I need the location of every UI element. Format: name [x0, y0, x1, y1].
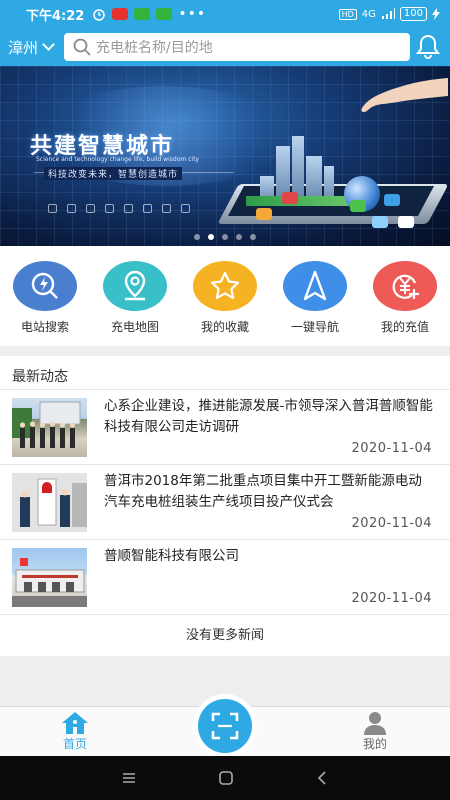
quick-label: 充电地图	[110, 320, 159, 334]
status-bar: 下午4:22 ••• HD 4G 100	[0, 0, 450, 28]
quick-label: 我的充值	[380, 320, 429, 334]
banner-carousel[interactable]: 共建智慧城市 Science and technology change lif…	[0, 66, 450, 246]
floating-app-icon	[384, 194, 400, 206]
bell-icon	[416, 34, 440, 59]
floating-app-icon	[398, 216, 414, 228]
news-date: 2020-11-04	[351, 516, 432, 531]
scan-button[interactable]	[193, 694, 257, 758]
carousel-dots	[0, 234, 450, 240]
map-pin-icon	[103, 261, 167, 311]
hd-icon: HD	[338, 8, 357, 20]
battery-level: 100	[399, 7, 427, 21]
home-square-icon[interactable]	[218, 770, 234, 786]
banner-subtitle-en: Science and technology change life, buil…	[36, 156, 199, 163]
app-notification-icon	[134, 8, 151, 20]
no-more-news: 没有更多新闻	[185, 628, 264, 643]
quick-my-favorites[interactable]: 我的收藏	[185, 261, 265, 346]
tab-home[interactable]: 首页	[45, 711, 105, 752]
search-icon	[73, 38, 91, 56]
quick-my-recharge[interactable]: 我的充值	[365, 261, 445, 346]
yen-coin-icon	[373, 261, 437, 311]
star-icon	[193, 261, 257, 311]
back-icon[interactable]	[315, 770, 329, 786]
news-thumbnail	[12, 548, 87, 607]
carousel-dot[interactable]	[250, 234, 256, 240]
carousel-dot-active[interactable]	[208, 234, 214, 240]
news-section: 最新动态 心系企业建设，推进能源发展-市领导深入普洱普顺智能科技有限公司走访调研…	[0, 356, 450, 656]
city-name: 漳州	[8, 38, 39, 57]
quick-charging-map[interactable]: 充电地图	[95, 261, 175, 346]
news-title: 普顺智能科技有限公司	[104, 548, 239, 564]
banner-subtitle-cn: 科技改变未来，智慧创造城市	[44, 167, 183, 180]
news-item[interactable]: 普洱市2018年第二批重点项目集中开工暨新能源电动汽车充电桩组装生产线项目投产仪…	[0, 465, 450, 540]
news-thumbnail	[12, 473, 87, 532]
status-time: 下午4:22	[26, 8, 85, 24]
status-notification-icons: •••	[92, 6, 206, 22]
network-type: 4G	[361, 8, 376, 20]
header: 漳州 充电桩名称/目的地	[0, 28, 450, 66]
quick-label: 电站搜索	[20, 320, 69, 334]
news-date: 2020-11-04	[351, 441, 432, 456]
system-navigation-bar	[0, 756, 450, 800]
carousel-dot[interactable]	[222, 234, 228, 240]
city-selector[interactable]: 漳州	[8, 37, 62, 58]
banner-feature-icons	[48, 204, 190, 213]
hand-illustration	[361, 78, 448, 113]
tab-label: 首页	[62, 737, 87, 751]
news-title: 心系企业建设，推进能源发展-市领导深入普洱普顺智能科技有限公司走访调研	[104, 398, 433, 435]
menu-icon[interactable]	[121, 771, 137, 785]
news-item[interactable]: 心系企业建设，推进能源发展-市领导深入普洱普顺智能科技有限公司走访调研 2020…	[0, 390, 450, 465]
tab-label: 我的	[362, 737, 387, 751]
home-icon	[62, 712, 88, 734]
floating-app-icon	[282, 192, 298, 204]
carousel-dot[interactable]	[236, 234, 242, 240]
floating-app-icon	[256, 208, 272, 220]
chevron-down-icon	[42, 38, 55, 51]
quick-station-search[interactable]: 电站搜索	[5, 261, 85, 346]
signal-icon	[381, 8, 395, 19]
news-date: 2020-11-04	[351, 591, 432, 606]
lightning-search-icon	[13, 261, 77, 311]
news-thumbnail	[12, 398, 87, 457]
search-input[interactable]: 充电桩名称/目的地	[64, 33, 410, 61]
carousel-dot[interactable]	[194, 234, 200, 240]
notification-button[interactable]	[414, 33, 442, 61]
alarm-icon	[93, 9, 106, 21]
quick-label: 我的收藏	[200, 320, 249, 334]
news-item[interactable]: 普顺智能科技有限公司 2020-11-04	[0, 540, 450, 615]
floating-app-icon	[372, 216, 388, 228]
app-notification-icon	[112, 8, 129, 20]
floating-app-icon	[350, 200, 366, 212]
news-title: 普洱市2018年第二批重点项目集中开工暨新能源电动汽车充电桩组装生产线项目投产仪…	[104, 473, 422, 510]
search-placeholder: 充电桩名称/目的地	[96, 40, 213, 56]
city-model	[246, 136, 356, 206]
news-heading: 最新动态	[0, 356, 450, 390]
user-icon	[364, 712, 386, 735]
charging-icon	[432, 8, 440, 20]
quick-one-key-navigation[interactable]: 一键导航	[275, 261, 355, 346]
scan-circle	[198, 699, 252, 753]
navigation-arrow-icon	[283, 261, 347, 311]
tab-mine[interactable]: 我的	[345, 711, 405, 752]
scan-icon	[211, 712, 239, 740]
more-notifications-icon: •••	[178, 6, 207, 22]
app-notification-icon	[156, 8, 173, 20]
quick-menu: 电站搜索 充电地图 我的收藏 一键导航 我的充值	[0, 246, 450, 346]
quick-label: 一键导航	[290, 320, 339, 334]
